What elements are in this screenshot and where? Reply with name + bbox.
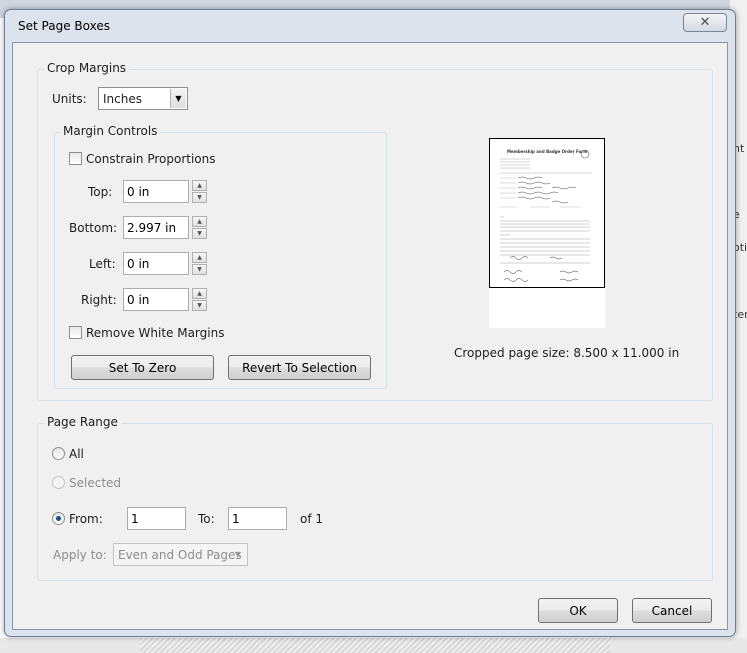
top-margin-spinner[interactable]: ▲ ▼: [192, 180, 207, 203]
right-margin-input[interactable]: [123, 288, 189, 311]
close-button[interactable]: ✕: [683, 13, 727, 32]
spin-up-icon[interactable]: ▲: [192, 288, 207, 299]
page-count-text: of 1: [300, 512, 324, 526]
bottom-margin-label: Bottom:: [69, 221, 118, 235]
document-thumbnail-image: Membership and Badge Order Form: [490, 139, 604, 287]
units-select-value: Inches: [103, 91, 142, 106]
spin-up-icon[interactable]: ▲: [192, 252, 207, 263]
crop-margins-label: Crop Margins: [44, 61, 130, 75]
dialog-client-area: Crop Margins Units: Inches ▼ Margin Cont…: [12, 42, 728, 630]
close-icon: ✕: [699, 15, 711, 30]
spin-down-icon[interactable]: ▼: [192, 192, 207, 203]
page-range-group: Page Range All Selected From: To: of 1 A…: [37, 415, 713, 581]
from-page-input[interactable]: [127, 507, 186, 530]
right-margin-spinner[interactable]: ▲ ▼: [192, 288, 207, 311]
cropped-page-size-text: Cropped page size: 8.500 x 11.000 in: [454, 346, 680, 360]
set-to-zero-label: Set To Zero: [108, 360, 177, 375]
set-to-zero-button[interactable]: Set To Zero: [71, 355, 214, 380]
from-label: From:: [69, 512, 103, 526]
to-page-input[interactable]: [228, 507, 287, 530]
from-radio[interactable]: [52, 512, 65, 525]
units-select[interactable]: Inches ▼: [98, 87, 188, 110]
cancel-button[interactable]: Cancel: [632, 598, 712, 623]
preview-page-thumbnail: Membership and Badge Order Form: [489, 138, 605, 288]
radio-selected-dot: [56, 516, 61, 521]
set-page-boxes-dialog: Set Page Boxes ✕ Crop Margins Units: Inc…: [4, 9, 736, 637]
chevron-down-icon: ▼: [170, 89, 186, 108]
right-margin-label: Right:: [81, 293, 117, 307]
page-preview: Membership and Badge Order Form: [489, 138, 605, 328]
to-label: To:: [198, 512, 215, 526]
preview-form-title: Membership and Badge Order Form: [507, 149, 587, 154]
revert-to-selection-label: Revert To Selection: [242, 360, 357, 375]
spin-up-icon[interactable]: ▲: [192, 216, 207, 227]
all-radio-label: All: [69, 447, 84, 461]
margin-controls-label: Margin Controls: [60, 124, 161, 138]
revert-to-selection-button[interactable]: Revert To Selection: [228, 355, 371, 380]
remove-white-margins-checkbox[interactable]: [69, 326, 82, 339]
apply-to-select[interactable]: Even and Odd Pages ▼: [113, 543, 248, 566]
apply-to-select-value: Even and Odd Pages: [118, 547, 242, 562]
background-scroll-track: [140, 638, 610, 653]
ok-button[interactable]: OK: [538, 598, 618, 623]
units-label: Units:: [52, 92, 87, 106]
spin-down-icon[interactable]: ▼: [192, 264, 207, 275]
spin-up-icon[interactable]: ▲: [192, 180, 207, 191]
left-margin-spinner[interactable]: ▲ ▼: [192, 252, 207, 275]
top-margin-label: Top:: [88, 185, 113, 199]
left-margin-label: Left:: [89, 257, 116, 271]
apply-to-label: Apply to:: [53, 548, 107, 562]
chevron-down-icon: ▼: [234, 550, 242, 559]
constrain-proportions-label: Constrain Proportions: [86, 152, 216, 166]
margin-controls-group: Margin Controls Constrain Proportions To…: [54, 124, 387, 389]
top-margin-input[interactable]: [123, 180, 189, 203]
cancel-button-label: Cancel: [651, 603, 693, 618]
selected-radio-label: Selected: [69, 476, 122, 490]
spin-down-icon[interactable]: ▼: [192, 228, 207, 239]
all-radio[interactable]: [52, 447, 65, 460]
bottom-margin-input[interactable]: [123, 216, 189, 239]
left-margin-input[interactable]: [123, 252, 189, 275]
dialog-title: Set Page Boxes: [18, 19, 110, 33]
constrain-proportions-checkbox[interactable]: [69, 152, 82, 165]
dialog-titlebar[interactable]: Set Page Boxes ✕: [5, 10, 735, 42]
spin-down-icon[interactable]: ▼: [192, 300, 207, 311]
selected-radio[interactable]: [52, 476, 65, 489]
bottom-margin-spinner[interactable]: ▲ ▼: [192, 216, 207, 239]
ok-button-label: OK: [569, 603, 587, 618]
page-range-label: Page Range: [44, 415, 121, 429]
remove-white-margins-label: Remove White Margins: [86, 326, 225, 340]
